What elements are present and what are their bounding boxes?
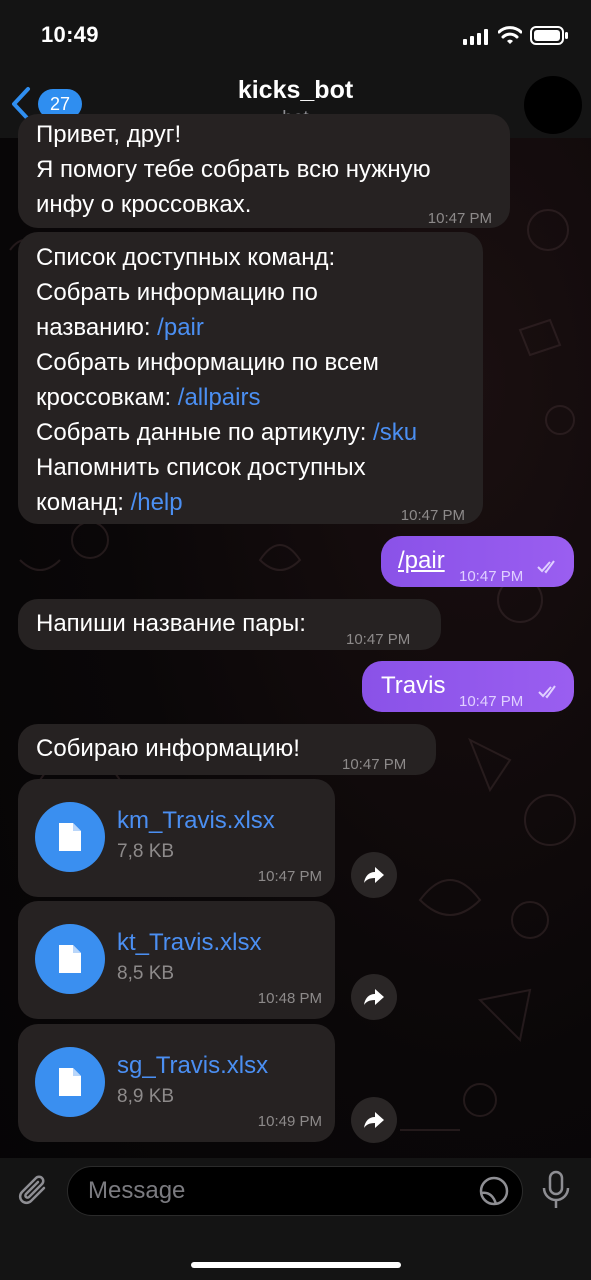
command-link-pair[interactable]: /pair (157, 314, 204, 341)
message-time: 10:47 PM (257, 868, 322, 885)
message-text: Напиши название пары: (36, 610, 306, 637)
message-time: 10:47 PM (459, 693, 524, 710)
text-line: названию: /pair (36, 310, 465, 345)
text-fragment: команд: (36, 489, 131, 516)
bot-avatar[interactable] (524, 76, 582, 134)
forward-arrow-icon (364, 867, 384, 883)
file-message[interactable]: kt_Travis.xlsx 8,5 KB 10:48 PM (18, 901, 335, 1019)
wifi-icon (498, 26, 522, 44)
message-time: 10:47 PM (427, 210, 492, 227)
file-size: 8,5 KB (117, 963, 175, 984)
cellular-signal-icon (463, 29, 488, 45)
text-line: Собрать информацию по (36, 279, 318, 306)
forward-button[interactable] (351, 852, 397, 898)
text-line: Напомнить список доступных (36, 454, 366, 481)
text-line: Собрать данные по артикулу: /sku (36, 415, 465, 450)
file-message[interactable]: sg_Travis.xlsx 8,9 KB 10:49 PM (18, 1024, 335, 1142)
message-text: Собираю информацию! (36, 735, 300, 762)
file-message[interactable]: km_Travis.xlsx 7,8 KB 10:47 PM (18, 779, 335, 897)
message-incoming[interactable]: Напиши название пары: 10:47 PM (18, 599, 441, 650)
message-time: 10:48 PM (257, 990, 322, 1007)
command-link-allpairs[interactable]: /allpairs (178, 384, 261, 411)
message-text: Travis (381, 672, 446, 699)
message-text: Привет, друг! Я помогу тебе собрать всю … (36, 121, 431, 218)
file-name[interactable]: km_Travis.xlsx (117, 807, 275, 835)
message-time: 10:47 PM (342, 756, 407, 773)
message-incoming[interactable]: Привет, друг! Я помогу тебе собрать всю … (18, 114, 510, 228)
file-download-button[interactable] (35, 802, 105, 872)
message-text: Список доступных команд: Собрать информа… (36, 240, 465, 520)
message-input[interactable] (67, 1166, 523, 1216)
file-download-button[interactable] (35, 924, 105, 994)
text-fragment: Собрать данные по артикулу: (36, 419, 374, 446)
forward-button[interactable] (351, 974, 397, 1020)
file-name[interactable]: kt_Travis.xlsx (117, 929, 261, 957)
message-time: 10:47 PM (346, 631, 411, 648)
forward-button[interactable] (351, 1097, 397, 1143)
command-link-help[interactable]: /help (131, 489, 183, 516)
battery-icon (530, 26, 568, 45)
text-fragment: кроссовкам: (36, 384, 178, 411)
text-line: кроссовкам: /allpairs (36, 380, 465, 415)
forward-arrow-icon (364, 1112, 384, 1128)
document-icon (59, 945, 81, 973)
message-outgoing[interactable]: Travis 10:47 PM (362, 661, 574, 712)
text-fragment: названию: (36, 314, 158, 341)
microphone-icon[interactable] (540, 1170, 572, 1210)
text-line: Собрать информацию по всем (36, 349, 379, 376)
status-bar: 10:49 (0, 0, 591, 70)
status-time: 10:49 (41, 22, 99, 47)
text-line: Список доступных команд: (36, 244, 336, 271)
double-check-icon (538, 685, 556, 699)
document-icon (59, 1068, 81, 1096)
file-size: 8,9 KB (117, 1086, 175, 1107)
message-incoming[interactable]: Список доступных команд: Собрать информа… (18, 232, 483, 524)
command-link-sku[interactable]: /sku (373, 419, 417, 446)
file-download-button[interactable] (35, 1047, 105, 1117)
file-size: 7,8 KB (117, 841, 175, 862)
paperclip-icon[interactable] (14, 1172, 54, 1212)
forward-arrow-icon (364, 989, 384, 1005)
message-incoming[interactable]: Собираю информацию! 10:47 PM (18, 724, 436, 775)
message-outgoing[interactable]: /pair 10:47 PM (381, 536, 574, 587)
document-icon (59, 823, 81, 851)
file-name[interactable]: sg_Travis.xlsx (117, 1052, 268, 1080)
message-time: 10:47 PM (400, 507, 465, 524)
home-indicator (191, 1262, 401, 1268)
chat-title[interactable]: kicks_bot (0, 76, 591, 105)
message-text: /pair (398, 547, 445, 574)
message-input-bar (0, 1158, 591, 1280)
message-time: 10:47 PM (459, 568, 524, 585)
message-time: 10:49 PM (257, 1113, 322, 1130)
sticker-icon[interactable] (478, 1175, 510, 1207)
double-check-icon (537, 560, 555, 574)
